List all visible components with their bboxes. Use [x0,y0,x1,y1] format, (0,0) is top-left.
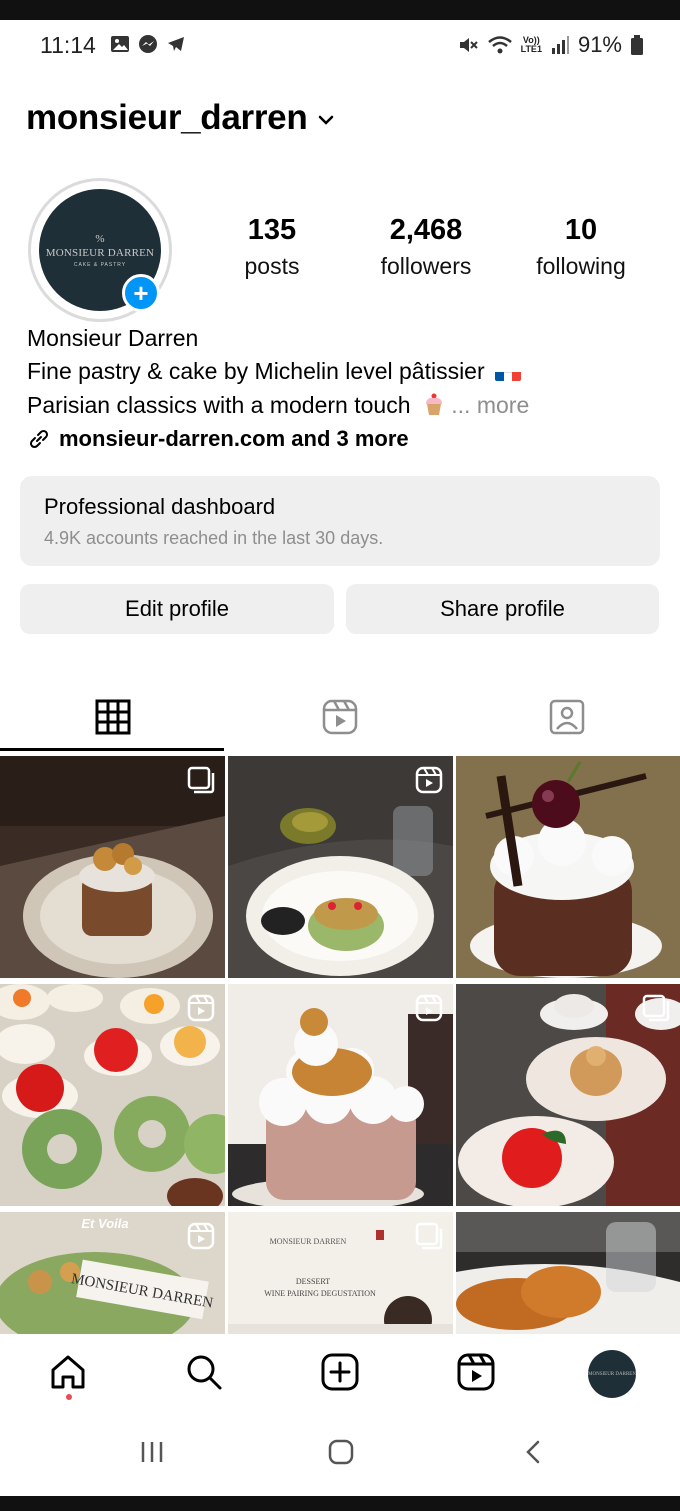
battery-icon [631,35,643,55]
carousel-icon [415,1222,443,1250]
home-icon [51,1355,85,1389]
plus-icon: + [133,278,149,308]
mute-icon [459,38,478,52]
grid-post[interactable] [228,984,453,1206]
avatar-logo-mark: % [95,232,105,245]
bio-more-link[interactable]: ... more [451,392,529,418]
edit-profile-button[interactable]: Edit profile [20,584,334,634]
france-flag-icon [495,364,521,381]
status-notification-icons [110,34,186,54]
telegram-icon [168,37,184,51]
reel-icon [187,1222,215,1250]
status-system-icons: Vo)) LTE1 91% [457,32,644,58]
messenger-icon [139,35,157,53]
nav-create[interactable] [318,1350,362,1394]
display-name: Monsieur Darren [27,325,199,351]
tab-reels[interactable] [227,682,453,752]
tab-active-indicator [0,748,224,751]
volte-bottom: LTE1 [520,44,542,54]
stat-label: followers [380,253,472,279]
status-bar: 11:14 Vo)) LTE1 91% [0,20,680,70]
share-profile-button[interactable]: Share profile [346,584,659,634]
profile-link-text: monsieur-darren.com and 3 more [59,426,409,451]
professional-dashboard[interactable]: Professional dashboard 4.9K accounts rea… [20,476,660,566]
wifi-icon [487,36,512,54]
notification-dot [66,1394,72,1400]
post8-line1: DESSERT [296,1277,330,1286]
top-edge-bar [0,0,680,20]
avatar-sub: CAKE & PASTRY [73,261,127,268]
status-time: 11:14 [40,32,96,58]
reel-icon [415,766,443,794]
post8-brand: MONSIEUR DARREN [270,1237,347,1246]
reel-icon [187,994,215,1022]
stat-value: 10 [564,214,598,246]
reels-icon [322,699,358,735]
back-icon[interactable] [520,1438,548,1466]
bottom-navigation [0,1334,680,1416]
carousel-icon [642,994,670,1022]
grid-post[interactable] [456,756,680,978]
volte-icon: Vo)) LTE1 [521,36,542,54]
profile-tabs [0,682,680,752]
stat-value: 135 [247,214,297,246]
post-thumbnail [456,1212,680,1334]
grid-post[interactable] [228,756,453,978]
tagged-icon [549,699,585,735]
link-icon [29,429,49,449]
post8-line2: WINE PAIRING DEGUSTATION [264,1289,376,1298]
dashboard-title: Professional dashboard [44,494,276,519]
grid-post[interactable] [456,1212,680,1334]
battery-percent: 91% [577,32,622,57]
post7-caption: Et Voila [81,1216,128,1231]
grid-post[interactable]: MONSIEUR DARREN Et Voila [0,1212,225,1334]
gallery-icon [111,36,129,52]
nav-search[interactable] [182,1350,226,1394]
stat-label: posts [244,253,300,279]
profile-avatar[interactable]: MONSIEUR DARREN [588,1350,636,1398]
post-grid: MONSIEUR DARREN Et Voila MONSIEUR DARREN… [0,756,680,1334]
grid-post[interactable] [0,756,225,978]
avatar-brand: MONSIEUR DARREN [45,246,155,259]
home-button-icon[interactable] [327,1438,355,1466]
bio-line2-text: Parisian classics with a modern touch [27,392,411,418]
stat-posts[interactable]: 135 posts [232,214,312,280]
stat-followers[interactable]: 2,468 followers [366,214,486,280]
grid-post[interactable] [456,984,680,1206]
cupcake-icon [425,393,442,415]
signal-icon [551,36,569,54]
reels-icon [457,1353,495,1391]
add-story-button[interactable]: + [122,274,160,312]
bio-line1-text: Fine pastry & cake by Michelin level pât… [27,358,485,384]
profile-header: monsieur_darren [26,96,335,140]
profile-bio: Monsieur Darren Fine pastry & cake by Mi… [27,322,667,456]
stat-label: following [536,253,626,279]
chevron-down-icon[interactable] [317,114,335,126]
carousel-icon [187,766,215,794]
profile-link[interactable]: monsieur-darren.com and 3 more [27,422,667,456]
search-icon [187,1355,222,1390]
grid-post[interactable] [0,984,225,1206]
grid-icon [95,699,131,735]
nav-home[interactable] [46,1350,90,1394]
tab-grid[interactable] [0,682,226,752]
system-navigation [0,1416,680,1496]
nav-reels[interactable] [454,1350,498,1394]
dashboard-subtitle: 4.9K accounts reached in the last 30 day… [44,528,384,548]
recents-icon[interactable] [138,1438,166,1466]
bio-line: Fine pastry & cake by Michelin level pât… [27,354,667,388]
bio-line: Parisian classics with a modern touch ..… [27,388,667,422]
stat-value: 2,468 [389,214,463,246]
tab-tagged[interactable] [454,682,680,752]
post-thumbnail [456,756,680,978]
bottom-edge-bar [0,1496,680,1511]
reel-icon [415,994,443,1022]
stat-following[interactable]: 10 following [522,214,640,280]
nav-avatar-brand: MONSIEUR DARREN [588,1371,636,1377]
username-switcher[interactable]: monsieur_darren [26,98,308,138]
create-icon [321,1353,359,1391]
grid-post[interactable]: MONSIEUR DARREN DESSERT WINE PAIRING DEG… [228,1212,453,1334]
